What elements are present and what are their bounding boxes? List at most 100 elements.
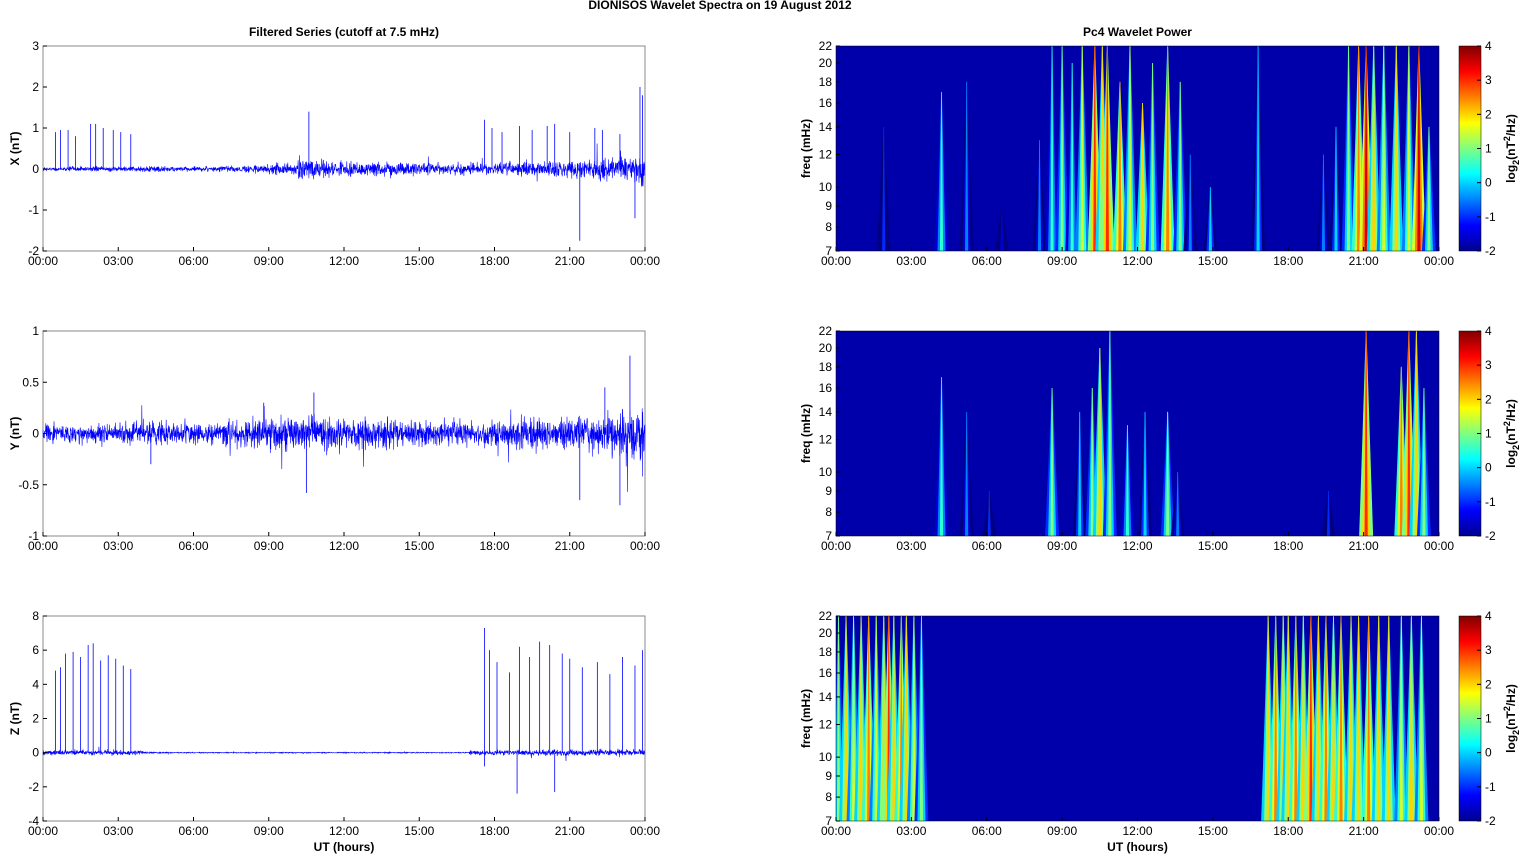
y-tick-label: 8 xyxy=(825,220,832,234)
x-tick-label: 00:00 xyxy=(28,254,58,268)
x-tick-label: 00:00 xyxy=(821,824,851,838)
y-tick-label: 14 xyxy=(819,120,833,134)
colorbar-tick-label: 0 xyxy=(1485,461,1492,475)
timeseries-panel-2: -1-0.500.51Y (nT)00:00 03:00 06:00 09:00 12:… xyxy=(8,324,660,553)
x-tick-label: 09:00 xyxy=(1047,254,1077,268)
x-tick-label: 15:00 xyxy=(1198,254,1228,268)
x-tick-label: 09:00 xyxy=(1047,539,1077,553)
x-tick-label: 09:00 xyxy=(254,254,284,268)
figure-title: DIONISOS Wavelet Spectra on 19 August 20… xyxy=(588,0,852,12)
colorbar-tick-label: 2 xyxy=(1485,392,1492,406)
colorbar-tick-label: 1 xyxy=(1485,712,1492,726)
x-tick-label: 12:00 xyxy=(329,824,359,838)
y-tick-label: 3 xyxy=(32,39,39,53)
y-tick-label: 8 xyxy=(825,790,832,804)
colorbar-tick-label: 3 xyxy=(1485,358,1492,372)
panel-title: Pc4 Wavelet Power xyxy=(1083,25,1192,39)
x-tick-label: 09:00 xyxy=(254,824,284,838)
x-tick-label: 21:00 xyxy=(555,539,585,553)
colorbar-tick-label: -2 xyxy=(1485,814,1496,828)
y-axis-label: X (nT) xyxy=(8,132,22,166)
x-tick-label: 09:00 xyxy=(1047,824,1077,838)
x-tick-label: 00:00 xyxy=(630,824,660,838)
x-tick-label: 00:00 xyxy=(28,824,58,838)
y-tick-label: 1 xyxy=(32,121,39,135)
x-tick-label: 06:00 xyxy=(972,824,1002,838)
colorbar-tick-label: 4 xyxy=(1485,324,1492,338)
timeseries-panel-1: -2-10123X (nT)Filtered Series (cutoff at… xyxy=(8,25,660,268)
x-tick-label: 09:00 xyxy=(254,539,284,553)
x-tick-label: 12:00 xyxy=(1122,539,1152,553)
y-tick-label: 1 xyxy=(32,324,39,338)
colorbar-tick-label: -2 xyxy=(1485,244,1496,258)
y-tick-label: 10 xyxy=(819,465,833,479)
y-tick-label: 20 xyxy=(819,56,833,70)
x-tick-label: 12:00 xyxy=(1122,824,1152,838)
y-axis-label: freq (mHz) xyxy=(799,119,813,178)
y-tick-label: 2 xyxy=(32,712,39,726)
x-tick-label: 12:00 xyxy=(329,254,359,268)
x-tick-label: 18:00 xyxy=(479,254,509,268)
colorbar-label: log2(nT2/Hz) xyxy=(1502,114,1521,183)
figure: DIONISOS Wavelet Spectra on 19 August 20… xyxy=(8,0,1521,854)
x-axis-label: UT (hours) xyxy=(1107,840,1168,854)
y-tick-label: 18 xyxy=(819,645,833,659)
y-tick-label: 16 xyxy=(819,96,833,110)
y-tick-label: 10 xyxy=(819,180,833,194)
colorbar-tick-label: 3 xyxy=(1485,73,1492,87)
spectrogram-panel-3: 78910121416182022freq (mHz)00:00 03:00 06:… xyxy=(799,609,1521,854)
spectrogram-panel-2: 78910121416182022freq (mHz)00:00 03:00 06:… xyxy=(799,324,1521,553)
y-tick-label: 14 xyxy=(819,405,833,419)
colorbar-tick-label: 4 xyxy=(1485,609,1492,623)
colorbar-tick-label: 3 xyxy=(1485,643,1492,657)
colorbar-tick-label: 1 xyxy=(1485,427,1492,441)
x-tick-label: 03:00 xyxy=(896,824,926,838)
y-tick-label: 12 xyxy=(819,433,833,447)
y-tick-label: 2 xyxy=(32,80,39,94)
y-tick-label: 9 xyxy=(825,484,832,498)
x-tick-label: 03:00 xyxy=(103,254,133,268)
x-tick-label: 18:00 xyxy=(1273,824,1303,838)
x-tick-label: 00:00 xyxy=(1424,254,1454,268)
x-tick-label: 18:00 xyxy=(479,539,509,553)
y-tick-label: -1 xyxy=(28,203,39,217)
colorbar-label: log2(nT2/Hz) xyxy=(1502,399,1521,468)
colorbar-tick-label: 2 xyxy=(1485,107,1492,121)
x-tick-label: 15:00 xyxy=(404,824,434,838)
y-tick-label: 18 xyxy=(819,75,833,89)
x-tick-label: 21:00 xyxy=(555,824,585,838)
x-tick-label: 03:00 xyxy=(896,254,926,268)
y-tick-label: 0 xyxy=(32,162,39,176)
colorbar-tick-label: 2 xyxy=(1485,677,1492,691)
x-tick-label: 15:00 xyxy=(404,254,434,268)
x-tick-label: 15:00 xyxy=(404,539,434,553)
x-tick-label: 12:00 xyxy=(329,539,359,553)
y-tick-label: 9 xyxy=(825,199,832,213)
y-tick-label: -0.5 xyxy=(18,478,39,492)
x-tick-label: 00:00 xyxy=(1424,539,1454,553)
colorbar-label: log2(nT2/Hz) xyxy=(1502,684,1521,753)
x-tick-label: 06:00 xyxy=(972,539,1002,553)
panel-title: Filtered Series (cutoff at 7.5 mHz) xyxy=(249,25,439,39)
x-tick-label: 15:00 xyxy=(1198,824,1228,838)
timeseries-panel-3: -4-202468Z (nT)00:00 03:00 06:00 09:00 12:00… xyxy=(8,609,660,854)
colorbar-tick-label: 4 xyxy=(1485,39,1492,53)
colorbar-tick-label: -1 xyxy=(1485,495,1496,509)
y-tick-label: 16 xyxy=(819,666,833,680)
x-tick-label: 21:00 xyxy=(1349,824,1379,838)
x-tick-label: 06:00 xyxy=(178,254,208,268)
x-tick-label: 03:00 xyxy=(103,824,133,838)
y-tick-label: 6 xyxy=(32,643,39,657)
x-tick-label: 06:00 xyxy=(178,824,208,838)
colorbar-tick-label: 0 xyxy=(1485,176,1492,190)
y-tick-label: 8 xyxy=(825,505,832,519)
x-axis-label: UT (hours) xyxy=(314,840,375,854)
y-tick-label: 20 xyxy=(819,341,833,355)
y-tick-label: 16 xyxy=(819,381,833,395)
x-tick-label: 00:00 xyxy=(821,539,851,553)
y-tick-label: 18 xyxy=(819,360,833,374)
plot-area xyxy=(836,331,1439,536)
y-axis-label: Z (nT) xyxy=(8,702,22,735)
x-tick-label: 00:00 xyxy=(28,539,58,553)
x-tick-label: 12:00 xyxy=(1122,254,1152,268)
